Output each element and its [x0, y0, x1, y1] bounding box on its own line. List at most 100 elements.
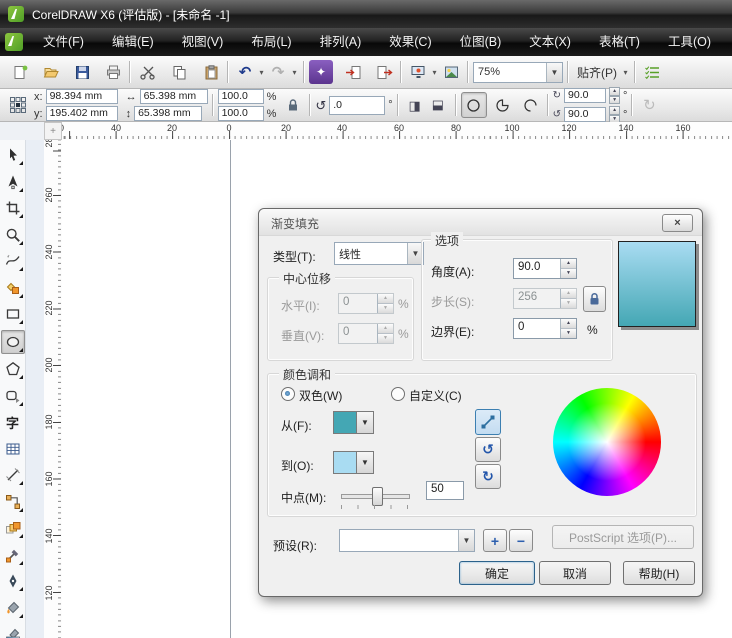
- menu-text[interactable]: 文本(X): [515, 28, 585, 56]
- basic-shapes-tool[interactable]: [2, 385, 24, 407]
- menu-layout[interactable]: 布局(L): [237, 28, 305, 56]
- ellipse-tool[interactable]: [0, 329, 25, 354]
- zoom-level-dropdown-icon[interactable]: ▼: [546, 62, 562, 82]
- straight-line-connector-tool[interactable]: [2, 491, 24, 513]
- outline-pen-tool[interactable]: [2, 570, 24, 592]
- two-color-radio[interactable]: [281, 387, 295, 401]
- fill-tool[interactable]: [2, 597, 24, 619]
- cut-button[interactable]: [135, 60, 159, 84]
- snap-to-dropdown[interactable]: ▾: [621, 68, 630, 77]
- lock-ratio-button[interactable]: [281, 93, 305, 117]
- table-tool[interactable]: [2, 438, 24, 460]
- arc-start-spinner[interactable]: ▲ ▼: [609, 87, 621, 104]
- dialog-close-button[interactable]: ×: [662, 214, 693, 232]
- window-titlebar[interactable]: CorelDRAW X6 (评估版) - [未命名 -1]: [0, 0, 732, 28]
- scale-horizontal-field[interactable]: 100.0: [217, 89, 264, 104]
- object-height-field[interactable]: 65.398 mm: [134, 106, 203, 121]
- arc-end-spinner[interactable]: ▲ ▼: [609, 106, 621, 123]
- copy-button[interactable]: [167, 60, 191, 84]
- add-preset-button[interactable]: +: [483, 529, 507, 552]
- counterclockwise-path-button[interactable]: ↺: [475, 437, 501, 462]
- dialog-titlebar[interactable]: 渐变填充 ×: [259, 209, 702, 236]
- redo-dropdown[interactable]: ▾: [290, 68, 299, 77]
- crop-tool[interactable]: [2, 197, 24, 219]
- print-button[interactable]: [101, 60, 125, 84]
- polygon-tool[interactable]: [2, 358, 24, 380]
- paste-button[interactable]: [199, 60, 223, 84]
- rectangle-tool[interactable]: [2, 303, 24, 325]
- presets-dropdown-icon[interactable]: ▼: [458, 530, 474, 551]
- pie-mode-button[interactable]: [491, 93, 515, 117]
- text-tool[interactable]: 字: [2, 411, 24, 433]
- export-button[interactable]: [372, 60, 396, 84]
- steps-lock-button[interactable]: [583, 286, 606, 312]
- angle-spinner[interactable]: 90.0 ▲ ▼: [513, 258, 577, 279]
- interactive-fill-tool[interactable]: [2, 623, 24, 638]
- zoom-tool[interactable]: [2, 224, 24, 246]
- freehand-tool[interactable]: [2, 250, 24, 272]
- new-document-button[interactable]: [8, 60, 32, 84]
- arc-end-angle-field[interactable]: 90.0: [564, 107, 607, 122]
- smart-fill-tool[interactable]: [2, 277, 24, 299]
- search-content-button[interactable]: ✦: [309, 60, 333, 84]
- midpoint-slider[interactable]: [341, 487, 410, 506]
- undo-dropdown[interactable]: ▾: [257, 68, 266, 77]
- parallel-dimension-tool[interactable]: [2, 464, 24, 486]
- pick-tool[interactable]: [2, 144, 24, 166]
- clockwise-path-button[interactable]: ↻: [475, 464, 501, 489]
- blend-tool[interactable]: [2, 517, 24, 539]
- zoom-level-combobox[interactable]: 75% ▼: [473, 61, 563, 83]
- midpoint-field[interactable]: 50: [426, 481, 464, 500]
- undo-button[interactable]: ↶: [233, 60, 257, 84]
- horizontal-ruler[interactable]: 60 40 20 0 20 40 60 80 100 120 140 160: [62, 122, 732, 141]
- ruler-origin[interactable]: +: [44, 122, 62, 140]
- import-button[interactable]: [341, 60, 365, 84]
- color-wheel[interactable]: [553, 388, 661, 496]
- help-button[interactable]: 帮助(H): [623, 561, 695, 585]
- to-color-picker[interactable]: ▼: [333, 451, 374, 474]
- from-color-dropdown-icon[interactable]: ▼: [357, 412, 373, 433]
- menu-bitmaps[interactable]: 位图(B): [446, 28, 516, 56]
- presets-combobox[interactable]: ▼: [339, 529, 475, 552]
- menu-edit[interactable]: 编辑(E): [98, 28, 168, 56]
- edge-pad-spinner[interactable]: 0 ▲ ▼: [513, 318, 577, 339]
- application-launcher-dropdown[interactable]: ▾: [430, 68, 439, 77]
- y-position-field[interactable]: 195.402 mm: [45, 106, 118, 121]
- shape-tool[interactable]: [2, 171, 24, 193]
- application-launcher-button[interactable]: [406, 60, 430, 84]
- mirror-horizontal-button[interactable]: ◨: [403, 93, 427, 117]
- snap-to-label[interactable]: 贴齐(P): [573, 64, 621, 81]
- menu-arrange[interactable]: 排列(A): [306, 28, 376, 56]
- menu-window[interactable]: 窗口(W): [725, 28, 732, 56]
- color-eyedropper-tool[interactable]: [2, 544, 24, 566]
- change-direction-button[interactable]: ↻: [637, 93, 661, 117]
- midpoint-slider-thumb[interactable]: [372, 487, 383, 506]
- scale-vertical-field[interactable]: 100.0: [217, 106, 264, 121]
- options-button[interactable]: [640, 60, 664, 84]
- redo-button[interactable]: ↷: [266, 60, 290, 84]
- welcome-screen-button[interactable]: [439, 60, 463, 84]
- menu-file[interactable]: 文件(F): [29, 28, 98, 56]
- mirror-vertical-button[interactable]: ◨: [427, 93, 451, 117]
- type-combobox[interactable]: 线性 ▼: [334, 242, 424, 265]
- cancel-button[interactable]: 取消: [539, 561, 611, 585]
- save-button[interactable]: [70, 60, 94, 84]
- arc-mode-button[interactable]: [519, 93, 543, 117]
- menu-effects[interactable]: 效果(C): [375, 28, 445, 56]
- ellipse-mode-button[interactable]: [460, 92, 487, 118]
- menu-tools[interactable]: 工具(O): [654, 28, 725, 56]
- open-button[interactable]: [39, 60, 63, 84]
- vertical-ruler[interactable]: 280 260 240 220 200 180 160 140 120: [44, 140, 63, 638]
- to-color-dropdown-icon[interactable]: ▼: [357, 452, 373, 473]
- custom-radio[interactable]: [391, 387, 405, 401]
- menu-table[interactable]: 表格(T): [585, 28, 654, 56]
- menu-view[interactable]: 视图(V): [168, 28, 238, 56]
- from-color-picker[interactable]: ▼: [333, 411, 374, 434]
- direct-path-button[interactable]: [475, 409, 501, 435]
- rotation-angle-field[interactable]: .0: [329, 95, 386, 115]
- arc-start-angle-field[interactable]: 90.0: [564, 88, 607, 103]
- object-width-field[interactable]: 65.398 mm: [139, 89, 208, 104]
- ok-button[interactable]: 确定: [459, 561, 535, 585]
- remove-preset-button[interactable]: −: [509, 529, 533, 552]
- x-position-field[interactable]: 98.394 mm: [45, 89, 118, 104]
